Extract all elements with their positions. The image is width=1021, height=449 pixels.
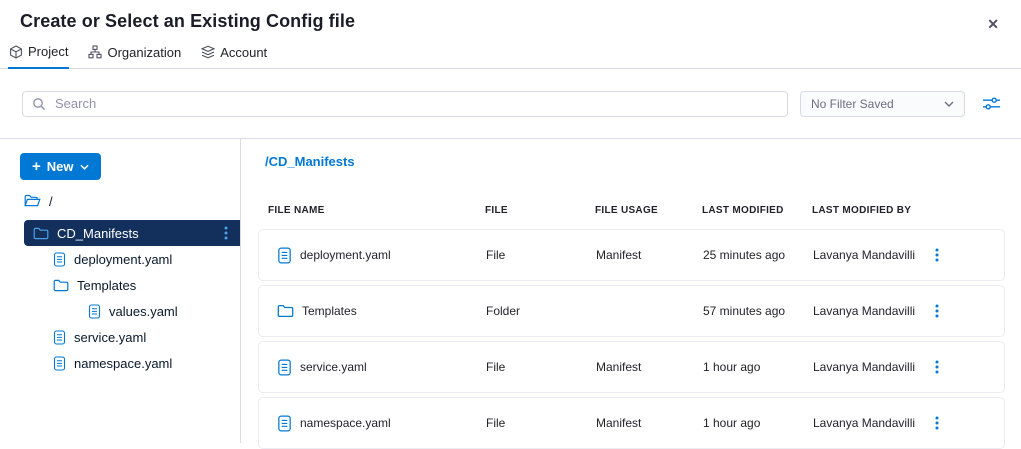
tree-item-label: Templates: [77, 278, 136, 293]
tree-item-cd-manifests[interactable]: CD_Manifests: [24, 220, 240, 246]
column-header-last-modified: LAST MODIFIED: [702, 205, 812, 216]
search-box: [22, 91, 788, 117]
tree-item-namespace-yaml[interactable]: namespace.yaml: [0, 350, 240, 376]
open-folder-icon: [24, 194, 41, 208]
table-row[interactable]: deployment.yaml File Manifest 25 minutes…: [258, 229, 1005, 281]
search-icon: [32, 97, 46, 111]
plus-icon: +: [32, 159, 41, 174]
folder-icon: [33, 227, 49, 240]
file-usage: Manifest: [596, 360, 703, 374]
file-type: Folder: [486, 304, 596, 318]
tree-item-service-yaml[interactable]: service.yaml: [0, 324, 240, 350]
tree-item-label: /: [49, 194, 53, 209]
tree-item-label: deployment.yaml: [74, 252, 172, 267]
last-modified: 1 hour ago: [703, 416, 813, 430]
kebab-menu-icon[interactable]: [933, 302, 1004, 320]
last-modified-by: Lavanya Mandavilli: [813, 248, 933, 262]
last-modified: 1 hour ago: [703, 360, 813, 374]
tree-item-label: values.yaml: [109, 304, 178, 319]
saved-filter-dropdown[interactable]: No Filter Saved: [800, 91, 965, 117]
main-area: + New /: [0, 139, 1021, 443]
table-row[interactable]: namespace.yaml File Manifest 1 hour ago …: [258, 397, 1005, 449]
file-type: File: [486, 248, 596, 262]
tab-organization-label: Organization: [107, 45, 181, 60]
file-tree: / CD_Manifests: [0, 188, 240, 376]
chevron-down-icon: [944, 101, 954, 107]
file-icon: [88, 304, 101, 319]
table-header-row: FILE NAME FILE FILE USAGE LAST MODIFIED …: [258, 205, 1021, 216]
last-modified: 25 minutes ago: [703, 248, 813, 262]
tree-item-root[interactable]: /: [0, 188, 240, 214]
file-icon: [53, 252, 66, 267]
last-modified: 57 minutes ago: [703, 304, 813, 318]
table-row[interactable]: service.yaml File Manifest 1 hour ago La…: [258, 341, 1005, 393]
tree-item-values-yaml[interactable]: values.yaml: [0, 298, 240, 324]
new-button[interactable]: + New: [20, 153, 101, 180]
tree-item-label: CD_Manifests: [57, 226, 139, 241]
new-button-label: New: [47, 159, 74, 174]
tree-item-label: service.yaml: [74, 330, 146, 345]
tree-item-deployment-yaml[interactable]: deployment.yaml: [0, 246, 240, 272]
folder-icon: [53, 279, 69, 292]
layers-icon: [201, 45, 215, 59]
saved-filter-value: No Filter Saved: [811, 97, 894, 111]
file-icon: [53, 356, 66, 371]
tab-project-label: Project: [28, 44, 68, 59]
file-tree-sidebar: + New /: [0, 139, 241, 443]
chevron-down-icon: [80, 164, 89, 170]
column-header-file: FILE: [485, 205, 595, 216]
tab-organization[interactable]: Organization: [87, 41, 182, 68]
file-icon: [53, 330, 66, 345]
toolbar: No Filter Saved: [0, 69, 1021, 139]
breadcrumb[interactable]: /CD_Manifests: [265, 154, 1021, 169]
tab-account[interactable]: Account: [200, 41, 268, 68]
column-header-file-name: FILE NAME: [268, 205, 485, 216]
file-icon: [277, 359, 292, 376]
kebab-menu-icon[interactable]: [933, 246, 1004, 264]
file-list-panel: /CD_Manifests FILE NAME FILE FILE USAGE …: [241, 139, 1021, 443]
page-title: Create or Select an Existing Config file: [20, 11, 355, 32]
file-table-body: deployment.yaml File Manifest 25 minutes…: [258, 229, 1021, 449]
dialog-header: Create or Select an Existing Config file…: [0, 0, 1021, 41]
kebab-menu-icon[interactable]: [933, 358, 1004, 376]
tree-item-templates[interactable]: Templates: [0, 272, 240, 298]
file-name: Templates: [302, 304, 357, 318]
file-name: service.yaml: [300, 360, 367, 374]
search-input[interactable]: [53, 95, 778, 112]
last-modified-by: Lavanya Mandavilli: [813, 304, 933, 318]
tree-item-label: namespace.yaml: [74, 356, 172, 371]
cube-icon: [9, 45, 23, 59]
folder-icon: [277, 304, 294, 318]
table-row[interactable]: Templates Folder 57 minutes ago Lavanya …: [258, 285, 1005, 337]
tab-account-label: Account: [220, 45, 267, 60]
last-modified-by: Lavanya Mandavilli: [813, 360, 933, 374]
file-type: File: [486, 360, 596, 374]
file-usage: Manifest: [596, 416, 703, 430]
sitemap-icon: [88, 45, 102, 59]
tab-bar: Project Organization Account: [0, 41, 1021, 69]
file-icon: [277, 247, 292, 264]
kebab-menu-icon[interactable]: [933, 414, 1004, 432]
file-usage: Manifest: [596, 248, 703, 262]
file-name: deployment.yaml: [300, 248, 391, 262]
column-header-file-usage: FILE USAGE: [595, 205, 702, 216]
tab-project[interactable]: Project: [8, 41, 69, 69]
column-header-last-modified-by: LAST MODIFIED BY: [812, 205, 1021, 216]
close-icon[interactable]: ✕: [979, 11, 1007, 37]
kebab-menu-icon[interactable]: [222, 224, 230, 242]
file-icon: [277, 415, 292, 432]
file-name: namespace.yaml: [300, 416, 391, 430]
last-modified-by: Lavanya Mandavilli: [813, 416, 933, 430]
file-type: File: [486, 416, 596, 430]
filter-settings-icon[interactable]: [982, 96, 1001, 111]
